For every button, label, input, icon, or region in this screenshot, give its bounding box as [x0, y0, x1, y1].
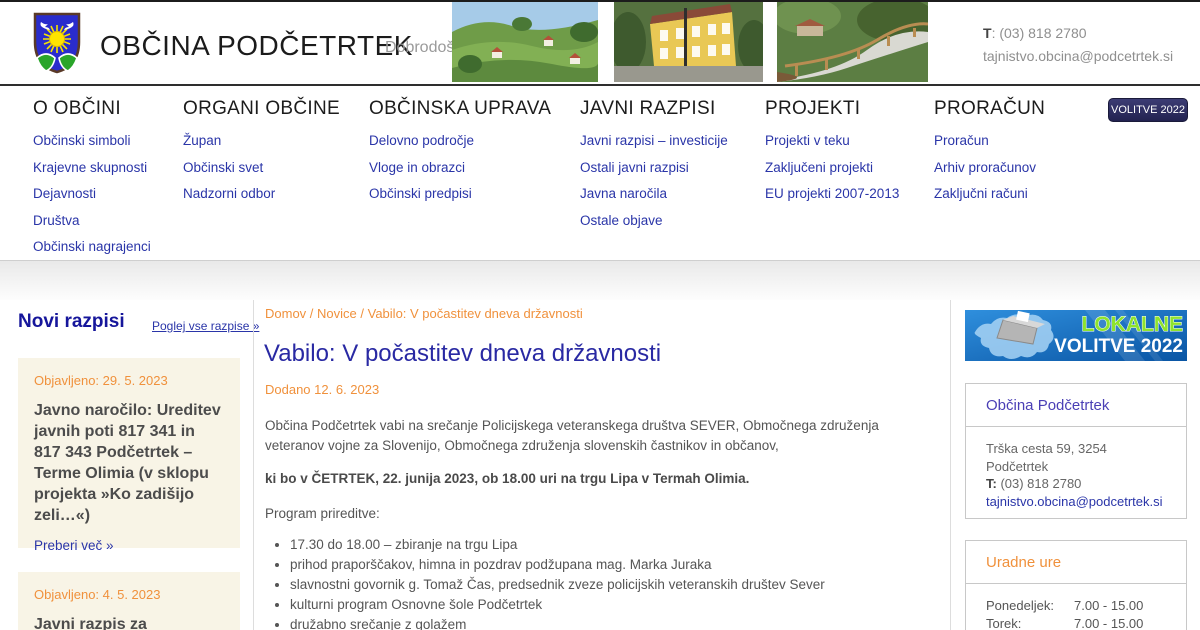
article-paragraph-bold: ki bo v ČETRTEK, 22. junija 2023, ob 18.…: [265, 471, 750, 486]
breadcrumb-news-link[interactable]: Novice: [317, 306, 357, 321]
nav-link[interactable]: Arhiv proračunov: [934, 160, 1045, 175]
nav-heading[interactable]: PRORAČUN: [934, 98, 1045, 120]
municipality-email-link[interactable]: tajnistvo.obcina@podcetrtek.si: [986, 494, 1163, 509]
header-photo-town-hall: [614, 2, 763, 82]
nav-link[interactable]: Javna naročila: [580, 186, 728, 201]
nav-heading[interactable]: ORGANI OBČINE: [183, 98, 340, 120]
lokalne-volitve-2022-banner[interactable]: LOKALNE VOLITVE 2022: [965, 310, 1187, 361]
banner-line2: VOLITVE 2022: [1054, 336, 1183, 357]
nav-link[interactable]: Ostale objave: [580, 213, 728, 228]
contact-box-body: Trška cesta 59, 3254 Podčetrtek T: (03) …: [966, 427, 1186, 523]
news-published-date: Objavljeno: 4. 5. 2023: [34, 587, 161, 602]
program-bullet: družabno srečanje z golažem: [290, 615, 940, 630]
office-hours-row: Ponedeljek: 7.00 - 15.00: [986, 597, 1166, 615]
nav-link[interactable]: Zaključni računi: [934, 186, 1045, 201]
municipality-phone: T: (03) 818 2780: [986, 475, 1166, 493]
header-photo-countryside: [452, 2, 598, 82]
phone-number: (03) 818 2780: [996, 476, 1082, 491]
breadcrumb-separator: /: [356, 306, 368, 321]
nav-column-proracun: PRORAČUN Proračun Arhiv proračunov Zaklj…: [934, 98, 1045, 213]
office-hours-day: Ponedeljek:: [986, 598, 1054, 613]
nav-link[interactable]: Župan: [183, 133, 340, 148]
nav-link[interactable]: Proračun: [934, 133, 1045, 148]
nav-link[interactable]: Zaključeni projekti: [765, 160, 899, 175]
office-hours-box: Uradne ure Ponedeljek: 7.00 - 15.00 Tore…: [965, 540, 1187, 630]
municipality-contact-box: Občina Podčetrtek Trška cesta 59, 3254 P…: [965, 383, 1187, 519]
municipality-coat-of-arms-logo[interactable]: [33, 12, 81, 74]
nav-heading[interactable]: OBČINSKA UPRAVA: [369, 98, 551, 120]
nav-column-organi-obcine: ORGANI OBČINE Župan Občinski svet Nadzor…: [183, 98, 340, 213]
office-hours-value: 7.00 - 15.00: [1074, 598, 1144, 613]
article-paragraph: Občina Podčetrtek vabi na srečanje Polic…: [265, 418, 879, 453]
program-bullet: slavnostni govornik g. Tomaž Čas, predse…: [290, 575, 940, 595]
office-hours-day: Torek:: [986, 615, 1022, 630]
nav-link[interactable]: Občinski predpisi: [369, 186, 551, 201]
news-card[interactable]: Objavljeno: 29. 5. 2023 Javno naročilo: …: [18, 358, 240, 553]
breadcrumb-current: Vabilo: V počastitev dneva državnosti: [367, 306, 583, 321]
read-more-link[interactable]: Preberi več »: [34, 538, 114, 553]
news-sidebar-heading: Novi razpisi: [18, 311, 125, 332]
article-date: Dodano 12. 6. 2023: [265, 382, 380, 397]
right-content-divider: [950, 300, 951, 630]
office-hours-body: Ponedeljek: 7.00 - 15.00 Torek: 7.00 - 1…: [966, 584, 1186, 630]
municipality-address: Trška cesta 59, 3254 Podčetrtek: [986, 441, 1107, 474]
volitve-2022-button[interactable]: VOLITVE 2022: [1108, 98, 1188, 122]
header-phone: T: (03) 818 2780: [983, 22, 1173, 45]
news-title[interactable]: Javni razpis za: [34, 614, 224, 630]
nav-bottom-gradient: [0, 260, 1200, 300]
nav-link[interactable]: Dejavnosti: [33, 186, 151, 201]
nav-link[interactable]: Društva: [33, 213, 151, 228]
breadcrumb-home-link[interactable]: Domov: [265, 306, 306, 321]
banner-line1: LOKALNE: [1082, 313, 1184, 336]
welcome-text: Dobrodošli: [385, 39, 462, 56]
nav-column-javni-razpisi: JAVNI RAZPISI Javni razpisi – investicij…: [580, 98, 728, 239]
article-title: Vabilo: V počastitev dneva državnosti: [264, 340, 662, 367]
nav-heading[interactable]: JAVNI RAZPISI: [580, 98, 728, 120]
article-paragraph: Program prireditve:: [265, 506, 380, 521]
nav-link[interactable]: Občinski simboli: [33, 133, 151, 148]
phone-label: T:: [986, 476, 997, 491]
header-photo-path: [777, 2, 928, 82]
nav-link[interactable]: EU projekti 2007-2013: [765, 186, 899, 201]
main-navigation: O OBČINI Občinski simboli Krajevne skupn…: [0, 86, 1200, 260]
program-bullet-list: 17.30 do 18.00 – zbiranje na trgu Lipa p…: [290, 535, 940, 630]
nav-column-o-obcini: O OBČINI Občinski simboli Krajevne skupn…: [33, 98, 151, 266]
nav-link[interactable]: Projekti v teku: [765, 133, 899, 148]
site-title[interactable]: OBČINA PODČETRTEK: [100, 30, 413, 62]
nav-column-obcinska-uprava: OBČINSKA UPRAVA Delovno področje Vloge i…: [369, 98, 551, 213]
nav-heading[interactable]: PROJEKTI: [765, 98, 899, 120]
view-all-tenders-link[interactable]: Poglej vse razpise »: [152, 319, 259, 333]
breadcrumb: Domov / Novice / Vabilo: V počastitev dn…: [265, 306, 583, 321]
office-hours-title: Uradne ure: [966, 541, 1186, 584]
header-contact-block: T: (03) 818 2780 tajnistvo.obcina@podcet…: [983, 22, 1173, 68]
nav-link[interactable]: Krajevne skupnosti: [33, 160, 151, 175]
program-bullet: 17.30 do 18.00 – zbiranje na trgu Lipa: [290, 535, 940, 555]
nav-link[interactable]: Nadzorni odbor: [183, 186, 340, 201]
nav-link[interactable]: Vloge in obrazci: [369, 160, 551, 175]
nav-link[interactable]: Ostali javni razpisi: [580, 160, 728, 175]
phone-number: : (03) 818 2780: [991, 25, 1087, 41]
nav-heading[interactable]: O OBČINI: [33, 98, 151, 120]
program-bullet: kulturni program Osnovne šole Podčetrtek: [290, 595, 940, 615]
site-header: OBČINA PODČETRTEK Dobrodošli T: (03) 818…: [0, 2, 1200, 84]
news-published-date: Objavljeno: 29. 5. 2023: [34, 373, 168, 388]
nav-link[interactable]: Javni razpisi – investicije: [580, 133, 728, 148]
breadcrumb-separator: /: [306, 306, 318, 321]
contact-box-title[interactable]: Občina Podčetrtek: [966, 384, 1186, 427]
nav-link[interactable]: Občinski svet: [183, 160, 340, 175]
office-hours-row: Torek: 7.00 - 15.00: [986, 615, 1166, 630]
news-card[interactable]: Objavljeno: 4. 5. 2023 Javni razpis za: [18, 572, 240, 630]
phone-label: T: [983, 25, 992, 41]
office-hours-value: 7.00 - 15.00: [1074, 615, 1144, 630]
news-title[interactable]: Javno naročilo: Ureditev javnih poti 817…: [34, 400, 224, 526]
program-bullet: prihod praporščakov, himna in pozdrav po…: [290, 555, 940, 575]
header-email-link[interactable]: tajnistvo.obcina@podcetrtek.si: [983, 48, 1173, 64]
nav-column-projekti: PROJEKTI Projekti v teku Zaključeni proj…: [765, 98, 899, 213]
nav-link[interactable]: Delovno področje: [369, 133, 551, 148]
left-content-divider: [253, 300, 254, 630]
nav-link[interactable]: Občinski nagrajenci: [33, 239, 151, 254]
